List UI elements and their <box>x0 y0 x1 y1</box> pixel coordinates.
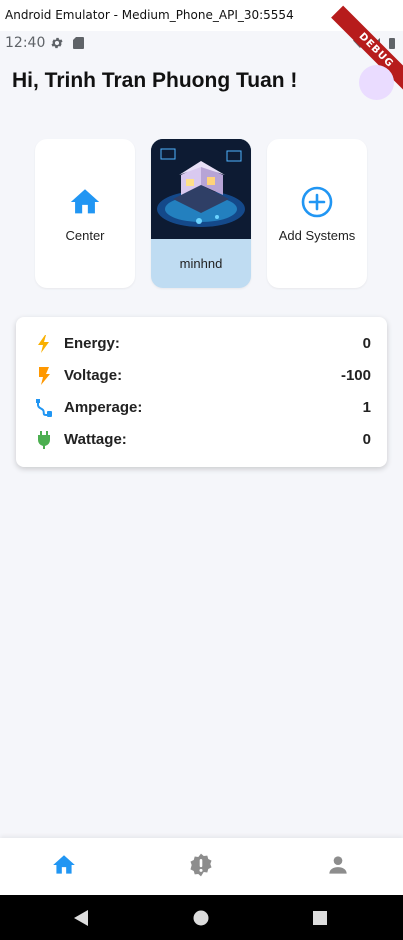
home-button-icon[interactable] <box>192 909 210 927</box>
nav-alert-icon[interactable] <box>188 852 214 878</box>
system-card-label: minhnd <box>179 256 223 271</box>
sd-card-icon <box>73 37 84 49</box>
metric-label: Amperage: <box>64 399 143 416</box>
gear-icon <box>51 37 63 49</box>
metric-row-voltage: Voltage: -100 <box>16 364 387 388</box>
metric-row-wattage: Wattage: 0 <box>16 428 387 452</box>
status-time: 12:40 <box>5 35 46 51</box>
metrics-card: Energy: 0 Voltage: -100 Amperage: 1 Watt… <box>16 317 387 467</box>
add-circle-icon <box>301 186 333 218</box>
metric-value: -100 <box>340 367 371 384</box>
metric-label: Energy: <box>64 335 120 352</box>
bolt-icon <box>38 335 49 353</box>
cable-icon <box>36 399 52 417</box>
smart-home-image <box>151 139 251 239</box>
system-card[interactable]: minhnd <box>151 139 251 288</box>
metric-row-amperage: Amperage: 1 <box>16 396 387 420</box>
battery-icon <box>389 38 395 49</box>
add-systems-card[interactable]: Add Systems <box>267 139 367 288</box>
home-icon <box>70 189 100 214</box>
metric-label: Wattage: <box>64 431 127 448</box>
nav-person-icon[interactable] <box>325 852 351 878</box>
recents-icon[interactable] <box>311 909 329 927</box>
greeting-title: Hi, Trinh Tran Phuong Tuan ! <box>12 69 298 92</box>
metric-value: 1 <box>362 399 371 416</box>
metric-row-energy: Energy: 0 <box>16 332 387 356</box>
status-bar: 12:40 <box>0 31 403 56</box>
add-systems-label: Add Systems <box>278 228 356 243</box>
android-nav-bar <box>0 895 403 940</box>
back-icon[interactable] <box>72 909 90 927</box>
metric-label: Voltage: <box>64 367 123 384</box>
bottom-nav <box>0 838 403 895</box>
flash-icon <box>39 367 50 385</box>
metric-value: 0 <box>362 335 371 352</box>
metric-value: 0 <box>362 431 371 448</box>
plug-icon <box>37 431 51 449</box>
avatar[interactable] <box>359 65 394 100</box>
center-card-label: Center <box>65 228 105 243</box>
nav-home-icon[interactable] <box>51 852 77 878</box>
center-card[interactable]: Center <box>35 139 135 288</box>
